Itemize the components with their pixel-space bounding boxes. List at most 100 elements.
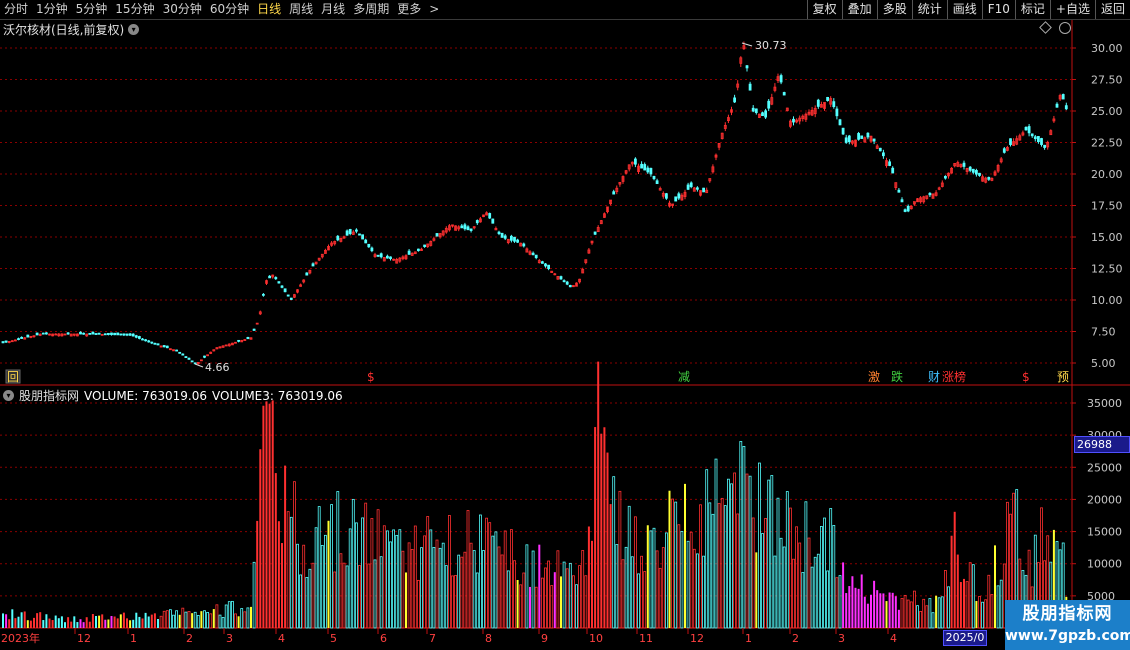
volume-bar xyxy=(11,609,14,628)
event-marker: 激 xyxy=(868,370,880,384)
volume-bar xyxy=(370,518,374,629)
volume-bar xyxy=(575,584,578,629)
candle-body xyxy=(94,333,98,335)
volume-bar xyxy=(447,515,451,629)
candle-body xyxy=(469,228,473,231)
volume-bar xyxy=(423,535,427,629)
candle-body xyxy=(897,189,901,193)
volume-bar xyxy=(178,614,181,628)
candle-body xyxy=(500,232,504,238)
volume-bar xyxy=(237,616,240,628)
volume-bar xyxy=(963,578,965,628)
volume-bar xyxy=(67,617,70,628)
volume-bar xyxy=(600,433,603,628)
chevron-down-icon[interactable]: ▾ xyxy=(128,24,140,35)
event-marker: 预 xyxy=(1057,370,1069,384)
candle-body xyxy=(252,328,256,331)
volume-bar xyxy=(364,502,368,629)
volume-bar xyxy=(286,511,290,629)
volume-bar xyxy=(435,539,439,629)
volume-bar xyxy=(655,550,659,629)
low-price-label: 4.66 xyxy=(205,361,230,374)
volume-bar xyxy=(705,469,709,629)
x-tick-label: 3 xyxy=(226,632,233,645)
volume-bar xyxy=(491,535,495,629)
volume-bar xyxy=(29,620,32,628)
volume-bar xyxy=(736,513,740,629)
candle-body xyxy=(1040,138,1043,145)
candle-body xyxy=(289,297,293,300)
candle-body xyxy=(336,235,340,241)
volume-bar xyxy=(376,509,380,629)
candle-body xyxy=(702,187,705,193)
volume-bar xyxy=(879,593,882,628)
volume-bar xyxy=(129,620,132,628)
y-tick-label: 5.00 xyxy=(1091,357,1116,370)
volume-bar xyxy=(76,622,79,628)
volume-bar xyxy=(42,620,45,628)
volume-bar xyxy=(798,542,802,629)
y-tick-label: 25000 xyxy=(1087,461,1122,474)
volume-bar xyxy=(646,525,649,628)
volume-bar xyxy=(14,618,17,628)
candle-body xyxy=(286,294,290,297)
volume-bar xyxy=(187,611,191,629)
volume-bar xyxy=(73,616,76,628)
circle-icon[interactable] xyxy=(1059,22,1071,34)
volume-bar xyxy=(5,614,8,628)
candle-body xyxy=(116,332,120,336)
candle-body xyxy=(844,137,848,143)
candle-body xyxy=(882,152,885,157)
volume-bar xyxy=(503,530,507,629)
volume-bar xyxy=(215,604,219,629)
volume-bar xyxy=(916,605,919,629)
candle-body xyxy=(131,333,135,337)
volume-bar xyxy=(928,598,932,629)
volume-bar xyxy=(218,614,222,629)
candle-body xyxy=(559,276,563,280)
volume-bar xyxy=(572,575,575,629)
candle-body xyxy=(835,108,839,117)
volume-bar xyxy=(416,579,420,629)
volume-bar xyxy=(348,528,352,629)
volume-bar xyxy=(801,572,805,629)
candle-body xyxy=(277,281,281,284)
candle-body xyxy=(119,333,123,336)
x-tick-label: 1 xyxy=(130,632,137,645)
volume-bar xyxy=(308,568,312,629)
candle-body xyxy=(646,167,650,173)
volume-bar xyxy=(382,525,386,629)
volume-bar xyxy=(469,542,473,629)
volume-bar xyxy=(649,530,653,629)
volume-bar xyxy=(122,612,125,628)
candle-body xyxy=(88,332,92,335)
candle-body xyxy=(816,99,820,107)
candle-body xyxy=(370,247,374,252)
volume-bar xyxy=(284,465,287,628)
y-tick-label: 22.50 xyxy=(1091,137,1123,150)
volume-bar xyxy=(327,520,330,628)
chevron-down-icon[interactable]: ▾ xyxy=(3,390,14,401)
volume-bar xyxy=(913,590,916,629)
volume-bar xyxy=(234,613,237,629)
x-tick-label: 6 xyxy=(380,632,387,645)
volume-bar xyxy=(441,542,445,629)
volume-bar xyxy=(832,525,836,629)
volume-bar xyxy=(714,458,718,629)
volume-bar xyxy=(730,483,733,629)
x-tick-label: 4 xyxy=(278,632,285,645)
volume-bar xyxy=(157,618,159,628)
volume-bar xyxy=(708,502,712,629)
candle-body xyxy=(891,167,895,174)
candle-body xyxy=(348,229,352,235)
current-date-badge: 2025/0 xyxy=(943,630,987,646)
volume-bar xyxy=(48,618,51,628)
candle-body xyxy=(674,196,678,202)
candle-body xyxy=(178,351,182,354)
volume-bar xyxy=(345,565,349,629)
candle-body xyxy=(268,275,272,279)
volume-bar xyxy=(289,516,293,629)
volume-bar xyxy=(358,565,361,629)
volume-bar xyxy=(906,599,910,629)
volume-bar xyxy=(541,577,544,629)
